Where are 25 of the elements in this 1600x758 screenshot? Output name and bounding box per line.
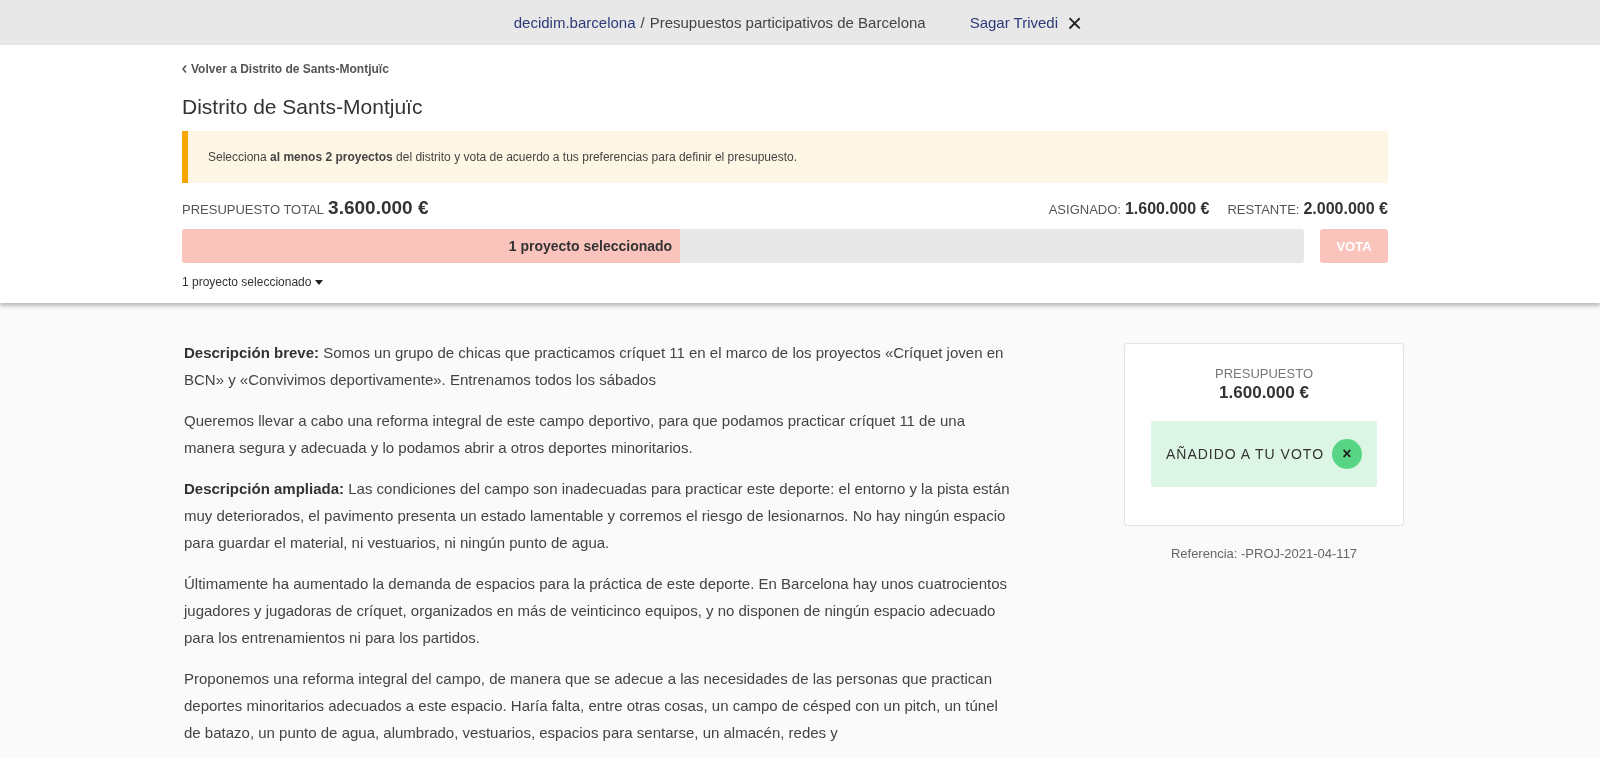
close-button[interactable]: × bbox=[1063, 9, 1087, 36]
description-paragraph: Descripción breve: Somos un grupo de chicas que practicamos críquet 11 en el marco de los proyectos «Críquet joven en BCN» y «Convivimos deportivamente». Entrenamos todos los sábados bbox=[184, 343, 1005, 390]
user-link[interactable]: Sagar Trivedi bbox=[969, 14, 1059, 31]
breadcrumb-separator: / bbox=[640, 14, 645, 31]
description-paragraph: Queremos llevar a cabo una reforma integral de este campo deportivo, para que podamos practicar críquet 11 de una manera segura y adecuada y lo podamos abrir a otros deportes minoritarios. bbox=[184, 411, 966, 458]
description-paragraph: Descripción ampliada: Las condiciones del campo son inadecuadas para practicar este deporte: el entorno y la pista están muy deteriorados, el pavimento presenta un estado lamentable y corremos el riesgo de lesionarnos. No hay ningún espacio para guardar el material, ni vestuarios, ni ningún punto de agua. bbox=[184, 479, 1011, 553]
vote-status-label: AÑADIDO A TU VOTO bbox=[1165, 446, 1325, 462]
remaining-budget: RESTANTE: 2.000.000 € bbox=[1227, 200, 1388, 218]
assigned-budget: ASIGNADO: 1.600.000 € bbox=[1048, 200, 1210, 218]
notice-text: Selecciona al menos 2 proyectos del distrito y vota de acuerdo a tus preferencias para definir el presupuesto. bbox=[208, 150, 797, 164]
process-title: Presupuestos participativos de Barcelona bbox=[649, 14, 926, 31]
site-link[interactable]: decidim.barcelona bbox=[513, 14, 636, 31]
caret-icon bbox=[315, 279, 324, 285]
total-budget: PRESUPUESTO TOTAL 3.600.000 € bbox=[182, 197, 429, 219]
chevron-left-icon bbox=[182, 65, 187, 73]
description-paragraph: Proponemos una reforma integral del campo, de manera que se adecue a las necesidades de las personas que practican deportes minoritarios adecuados a este espacio. Haría falta, entre otras cosas, un campo de césped con un pitch, un túnel de batazo, un punto de agua, alumbrado, vestuarios, espacios para sentarse, un almacén, redes y bbox=[184, 669, 999, 743]
selected-projects-toggle[interactable]: 1 proyecto seleccionado bbox=[182, 275, 324, 289]
progress-label: 1 proyecto seleccionado bbox=[508, 238, 674, 254]
page-title: Distrito de Sants-Montjuïc bbox=[182, 95, 424, 119]
budget-value: 1.600.000 € bbox=[1219, 383, 1309, 403]
back-link[interactable]: Volver a Distrito de Sants-Montjuïc bbox=[182, 62, 389, 76]
remove-vote-button[interactable]: × bbox=[1332, 439, 1363, 469]
description-paragraph: Últimamente ha aumentado la demanda de espacios para la práctica de este deporte. En Barcelona hay unos cuatrocientos jugadores y jugadoras de críquet, organizados en más de veinticinco equipos, y no disponen de ningún espacio adecuado para los entrenamientos ni para los partidos. bbox=[184, 574, 1008, 648]
budget-label: PRESUPUESTO bbox=[1215, 366, 1313, 381]
reference-text: Referencia: -PROJ-2021-04-117 bbox=[1170, 546, 1358, 561]
